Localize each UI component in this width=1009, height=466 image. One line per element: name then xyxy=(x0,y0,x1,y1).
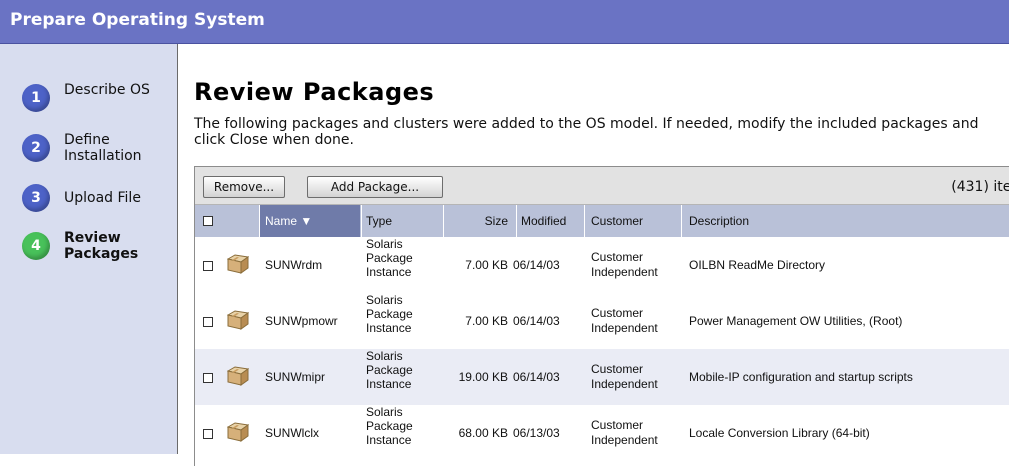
package-customer: Customer Independent xyxy=(591,306,658,335)
package-type: Solaris Package Instance xyxy=(366,349,413,391)
package-box-icon xyxy=(227,254,249,274)
package-box-icon xyxy=(227,310,249,330)
window-title: Prepare Operating System xyxy=(10,10,265,30)
item-count: (431) item xyxy=(951,179,1009,195)
package-customer: Customer Independent xyxy=(591,362,658,391)
select-all-checkbox[interactable] xyxy=(203,216,213,226)
table-row[interactable]: SUNWrdm Solaris Package Instance 7.00 KB 0… xyxy=(195,237,1009,293)
package-type: Solaris Package Instance xyxy=(366,237,413,279)
package-name[interactable]: SUNWpmowr xyxy=(265,293,338,349)
package-size: 19.00 KB xyxy=(458,370,508,384)
step-label: Upload File xyxy=(64,190,141,206)
column-header-customer[interactable]: Customer xyxy=(591,205,643,237)
package-name[interactable]: SUNWlclx xyxy=(265,405,319,461)
column-header-modified[interactable]: Modified xyxy=(521,205,566,237)
package-size: 68.00 KB xyxy=(458,426,508,440)
packages-table: Remove... Add Package... (431) item Name… xyxy=(194,166,1009,466)
package-type: Solaris Package Instance xyxy=(366,405,413,447)
package-customer: Customer Independent xyxy=(591,250,658,279)
package-type: Solaris Package Instance xyxy=(366,293,413,335)
step-label: Review Packages xyxy=(64,230,139,262)
package-box-icon xyxy=(227,366,249,386)
package-modified: 06/14/03 xyxy=(513,370,560,384)
package-description: OILBN ReadMe Directory xyxy=(689,258,826,272)
package-modified: 06/14/03 xyxy=(513,258,560,272)
package-modified: 06/13/03 xyxy=(513,426,560,440)
column-header-name[interactable]: Name ▼ xyxy=(260,205,360,237)
column-header-type[interactable]: Type xyxy=(366,205,392,237)
table-row[interactable]: SUNWpmowr Solaris Package Instance 7.00 KB… xyxy=(195,293,1009,349)
step-label: Describe OS xyxy=(64,82,150,98)
package-customer: Customer Independent xyxy=(591,418,658,447)
step-number-2: 2 xyxy=(22,134,50,162)
package-description: Power Management OW Utilities, (Root) xyxy=(689,314,903,328)
row-checkbox[interactable] xyxy=(203,429,213,439)
row-checkbox[interactable] xyxy=(203,373,213,383)
package-box-icon xyxy=(227,422,249,442)
package-modified: 06/14/03 xyxy=(513,314,560,328)
page-title: Review Packages xyxy=(194,78,435,106)
main-content: Review Packages The following packages a… xyxy=(178,44,1009,466)
column-header-description[interactable]: Description xyxy=(689,205,749,237)
package-size: 7.00 KB xyxy=(465,314,508,328)
table-row[interactable]: SUNWlclx Solaris Package Instance 68.00 KB… xyxy=(195,405,1009,461)
intro-text: The following packages and clusters were… xyxy=(194,116,979,148)
row-checkbox[interactable] xyxy=(203,317,213,327)
wizard-steps-sidebar: 1 Describe OS 2 Define Installation 3 Up… xyxy=(0,44,178,454)
step-number-3: 3 xyxy=(22,184,50,212)
step-label: Define Installation xyxy=(64,132,142,164)
package-description: Locale Conversion Library (64-bit) xyxy=(689,426,870,440)
package-name[interactable]: SUNWmipr xyxy=(265,349,325,405)
package-name[interactable]: SUNWrdm xyxy=(265,237,322,293)
row-checkbox[interactable] xyxy=(203,261,213,271)
step-number-1: 1 xyxy=(22,84,50,112)
add-package-button[interactable]: Add Package... xyxy=(307,176,443,198)
step-number-4: 4 xyxy=(22,232,50,260)
package-description: Mobile-IP configuration and startup scri… xyxy=(689,370,913,384)
remove-button[interactable]: Remove... xyxy=(203,176,285,198)
table-header: Name ▼ Type Size Modified Customer Descr… xyxy=(195,205,1009,237)
column-header-size[interactable]: Size xyxy=(444,205,508,237)
package-size: 7.00 KB xyxy=(465,258,508,272)
table-row[interactable]: SUNWmipr Solaris Package Instance 19.00 KB… xyxy=(195,349,1009,405)
table-toolbar: Remove... Add Package... (431) item xyxy=(195,167,1009,205)
window-titlebar: Prepare Operating System xyxy=(0,0,1009,44)
